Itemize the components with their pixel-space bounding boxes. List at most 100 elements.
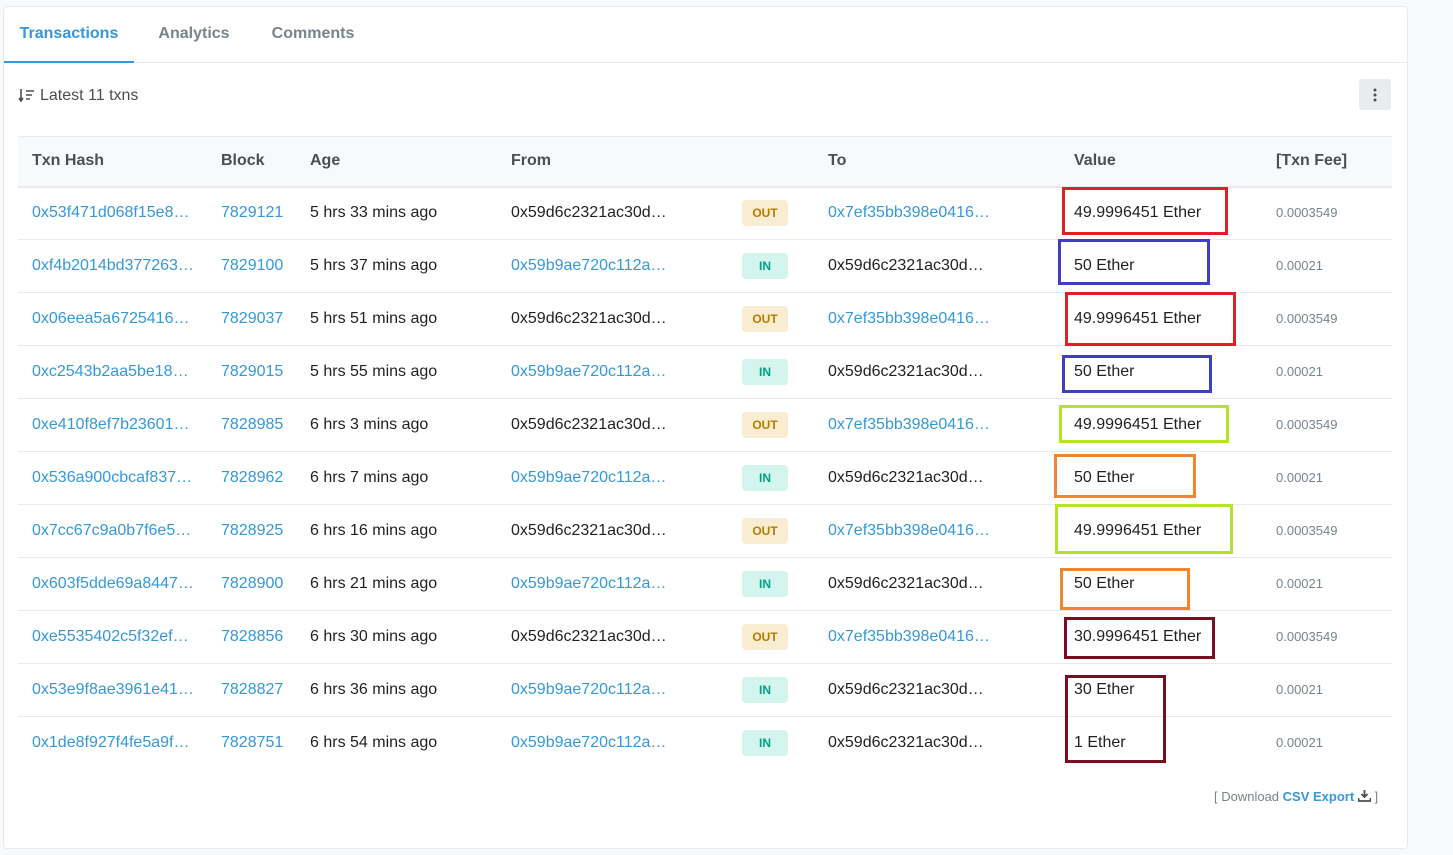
block-link-cell: 7828985 (207, 399, 296, 452)
from-address[interactable]: 0x59b9ae720c112a… (511, 363, 666, 380)
table-row: 0xf4b2014bd377263… 7829100 5 hrs 37 mins a… (18, 240, 1392, 293)
txn-hash-link[interactable]: 0xf4b2014bd377263… (32, 257, 194, 274)
to-address[interactable]: 0x7ef35bb398e0416… (828, 522, 990, 539)
direction-badge: IN (742, 730, 788, 757)
age-text: 6 hrs 36 mins ago (310, 681, 438, 698)
value-text: 49.9996451 Ether (1074, 416, 1202, 433)
txn-hash-link[interactable]: 0xe5535402c5f32ef… (32, 628, 189, 645)
txn-fee-text: 0.0003549 (1276, 205, 1338, 221)
vertical-ellipsis-icon (1373, 88, 1377, 101)
block-link[interactable]: 7829121 (221, 204, 283, 221)
value-text-cell: 49.9996451 Ether (1060, 293, 1262, 346)
block-link[interactable]: 7828962 (221, 469, 283, 486)
txn-hash-link[interactable]: 0x53e9f8ae3961e41… (32, 681, 194, 698)
csv-export-link[interactable]: CSV Export (1283, 789, 1355, 804)
txn-fee-text: 0.0003549 (1276, 311, 1338, 326)
block-link[interactable]: 7828925 (221, 522, 283, 539)
txn-hash-link[interactable]: 0x06eea5a6725416… (32, 310, 189, 327)
age-text: 6 hrs 30 mins ago (310, 628, 438, 645)
txn-hash-link[interactable]: 0x53f471d068f15e8… (32, 204, 189, 221)
value-text: 50 Ether (1074, 257, 1135, 274)
to-address: 0x59d6c2321ac30d… (828, 681, 984, 698)
value-text-cell: 50 Ether (1060, 346, 1262, 399)
to-address: 0x59d6c2321ac30d… (828, 363, 984, 380)
to-address-cell: 0x59d6c2321ac30d… (814, 717, 1060, 770)
block-link[interactable]: 7829100 (221, 257, 283, 274)
txn-hash-link-cell: 0xe5535402c5f32ef… (18, 611, 207, 664)
block-link[interactable]: 7829015 (221, 363, 283, 380)
from-address[interactable]: 0x59b9ae720c112a… (511, 575, 666, 592)
block-link[interactable]: 7828900 (221, 575, 283, 592)
to-address[interactable]: 0x7ef35bb398e0416… (828, 310, 990, 327)
latest-txns-label: Latest 11 txns (40, 87, 139, 104)
from-address[interactable]: 0x59b9ae720c112a… (511, 734, 666, 751)
txn-hash-link[interactable]: 0x1de8f927f4fe5a9f… (32, 734, 189, 751)
txn-hash-link[interactable]: 0x603f5dde69a8447… (32, 575, 194, 592)
block-link[interactable]: 7829037 (221, 310, 283, 327)
value-text-cell: 30.9996451 Ether (1060, 611, 1262, 664)
direction-badge-cell: IN (742, 717, 814, 770)
col-txn-hash: Txn Hash (32, 152, 105, 170)
direction-badge: IN (742, 465, 788, 491)
from-address[interactable]: 0x59b9ae720c112a… (511, 681, 666, 698)
age-text: 6 hrs 7 mins ago (310, 469, 429, 486)
col-to: To (828, 152, 847, 170)
from-address-cell: 0x59b9ae720c112a… (497, 346, 742, 399)
txn-fee-text-cell: 0.0003549 (1262, 505, 1392, 558)
value-text: 50 Ether (1074, 363, 1135, 380)
direction-badge-cell: OUT (742, 293, 814, 346)
age-text-cell: 6 hrs 16 mins ago (296, 505, 497, 558)
tab-comments[interactable]: Comments (254, 7, 372, 63)
from-address-cell: 0x59b9ae720c112a… (497, 664, 742, 717)
tab-bar: Transactions Analytics Comments (4, 7, 1407, 63)
direction-badge: OUT (742, 518, 788, 544)
direction-badge-cell: IN (742, 664, 814, 717)
age-text: 6 hrs 54 mins ago (310, 734, 438, 752)
download-icon[interactable] (1357, 790, 1372, 802)
to-address-cell: 0x59d6c2321ac30d… (814, 240, 1060, 293)
value-text: 30.9996451 Ether (1074, 628, 1202, 645)
from-address: 0x59d6c2321ac30d… (511, 310, 667, 327)
block-link-cell: 7828856 (207, 611, 296, 664)
from-address: 0x59d6c2321ac30d… (511, 628, 667, 645)
direction-badge: IN (742, 253, 788, 279)
to-address-cell: 0x7ef35bb398e0416… (814, 399, 1060, 452)
txn-fee-text-cell: 0.0003549 (1262, 293, 1392, 346)
block-link[interactable]: 7828985 (221, 416, 283, 433)
txn-fee-text-cell: 0.0003549 (1262, 399, 1392, 452)
txn-hash-link[interactable]: 0x536a900cbcaf837… (32, 469, 192, 486)
table-row: 0xc2543b2aa5be18… 7829015 5 hrs 55 mins ag… (18, 346, 1392, 399)
to-address[interactable]: 0x7ef35bb398e0416… (828, 416, 990, 433)
tab-analytics[interactable]: Analytics (134, 7, 254, 63)
tab-transactions[interactable]: Transactions (4, 7, 134, 63)
block-link[interactable]: 7828827 (221, 681, 283, 698)
txn-fee-text: 0.0003549 (1276, 417, 1338, 432)
direction-badge: OUT (742, 306, 788, 332)
txn-hash-link-cell: 0xe410f8ef7b23601… (18, 399, 207, 452)
txn-hash-link[interactable]: 0xc2543b2aa5be18… (32, 363, 189, 380)
table-row: 0xe5535402c5f32ef… 7828856 6 hrs 30 mins a… (18, 611, 1392, 664)
txn-hash-link[interactable]: 0xe410f8ef7b23601… (32, 416, 189, 433)
age-text-cell: 6 hrs 54 mins ago (296, 717, 497, 770)
table-header-row: Txn Hash Block Age From To Value [Txn Fe… (18, 136, 1392, 187)
age-text: 5 hrs 33 mins ago (310, 204, 438, 222)
download-prefix: [ Download (1214, 789, 1280, 804)
value-text-cell: 49.9996451 Ether (1060, 187, 1262, 240)
table-row: 0x53f471d068f15e8… 7829121 5 hrs 33 mins a… (18, 187, 1392, 240)
to-address[interactable]: 0x7ef35bb398e0416… (828, 204, 990, 221)
block-link[interactable]: 7828856 (221, 628, 283, 645)
value-text-cell: 1 Ether (1060, 717, 1262, 770)
value-text-cell: 50 Ether (1060, 452, 1262, 505)
direction-badge: OUT (742, 200, 788, 227)
block-link[interactable]: 7828751 (221, 734, 283, 751)
txn-fee-text-cell: 0.00021 (1262, 452, 1392, 505)
to-address[interactable]: 0x7ef35bb398e0416… (828, 628, 990, 645)
direction-badge: IN (742, 359, 788, 385)
col-from: From (511, 152, 551, 170)
from-address-cell: 0x59b9ae720c112a… (497, 558, 742, 611)
more-options-button[interactable] (1359, 79, 1391, 110)
txn-hash-link[interactable]: 0x7cc67c9a0b7f6e5… (32, 522, 191, 539)
from-address[interactable]: 0x59b9ae720c112a… (511, 257, 666, 274)
block-link-cell: 7828962 (207, 452, 296, 505)
from-address[interactable]: 0x59b9ae720c112a… (511, 469, 666, 486)
